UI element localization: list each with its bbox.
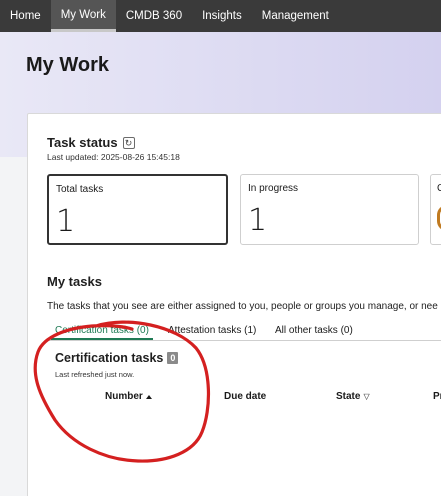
column-label: Due date: [224, 391, 267, 402]
nav-management[interactable]: Management: [252, 0, 339, 32]
nav-home[interactable]: Home: [0, 0, 51, 32]
my-tasks-heading: My tasks: [47, 274, 102, 289]
page-title: My Work: [26, 54, 109, 76]
column-label: Pr: [433, 391, 441, 402]
top-navigation: Home My Work CMDB 360 Insights Managemen…: [0, 0, 441, 32]
task-status-title: Task status: [47, 135, 118, 150]
my-tasks-description: The tasks that you see are either assign…: [47, 301, 438, 312]
filter-icon[interactable]: ▽: [363, 392, 369, 401]
nav-insights[interactable]: Insights: [192, 0, 252, 32]
tab-attestation-tasks[interactable]: Attestation tasks (1): [168, 325, 256, 336]
card-value: 1: [248, 203, 268, 238]
column-header-number[interactable]: Number: [105, 391, 152, 402]
column-label: Number: [105, 391, 143, 402]
third-status-card[interactable]: C: [430, 174, 441, 245]
card-value-partial: [437, 205, 441, 231]
refresh-icon[interactable]: ↻: [122, 136, 135, 149]
card-label: Total tasks: [56, 184, 104, 195]
column-label: State: [336, 391, 361, 402]
task-tabs: Certification tasks (0) Attestation task…: [47, 325, 441, 341]
nav-my-work[interactable]: My Work: [50, 0, 116, 32]
total-tasks-card[interactable]: Total tasks 1: [47, 174, 228, 245]
count-badge: 0: [167, 352, 179, 364]
nav-cmdb-360[interactable]: CMDB 360: [116, 0, 192, 32]
certification-tasks-title: Certification tasks: [55, 351, 164, 365]
column-header-priority[interactable]: Pr: [433, 391, 441, 402]
tab-all-other-tasks[interactable]: All other tasks (0): [275, 325, 353, 336]
tab-certification-tasks[interactable]: Certification tasks (0): [51, 325, 153, 340]
last-refreshed-text: Last refreshed just now.: [55, 370, 135, 379]
last-updated-text: Last updated: 2025-08-26 15:45:18: [47, 152, 180, 162]
card-value: 1: [56, 204, 76, 239]
column-header-state[interactable]: State ▽: [336, 391, 370, 402]
task-status-heading: Task status ↻: [47, 135, 135, 150]
card-label: C: [437, 183, 441, 194]
card-label: In progress: [248, 183, 299, 194]
column-header-due-date[interactable]: Due date: [224, 391, 266, 402]
certification-tasks-heading: Certification tasks 0: [55, 351, 179, 365]
sort-ascending-icon: [145, 394, 152, 399]
in-progress-card[interactable]: In progress 1: [240, 174, 419, 245]
